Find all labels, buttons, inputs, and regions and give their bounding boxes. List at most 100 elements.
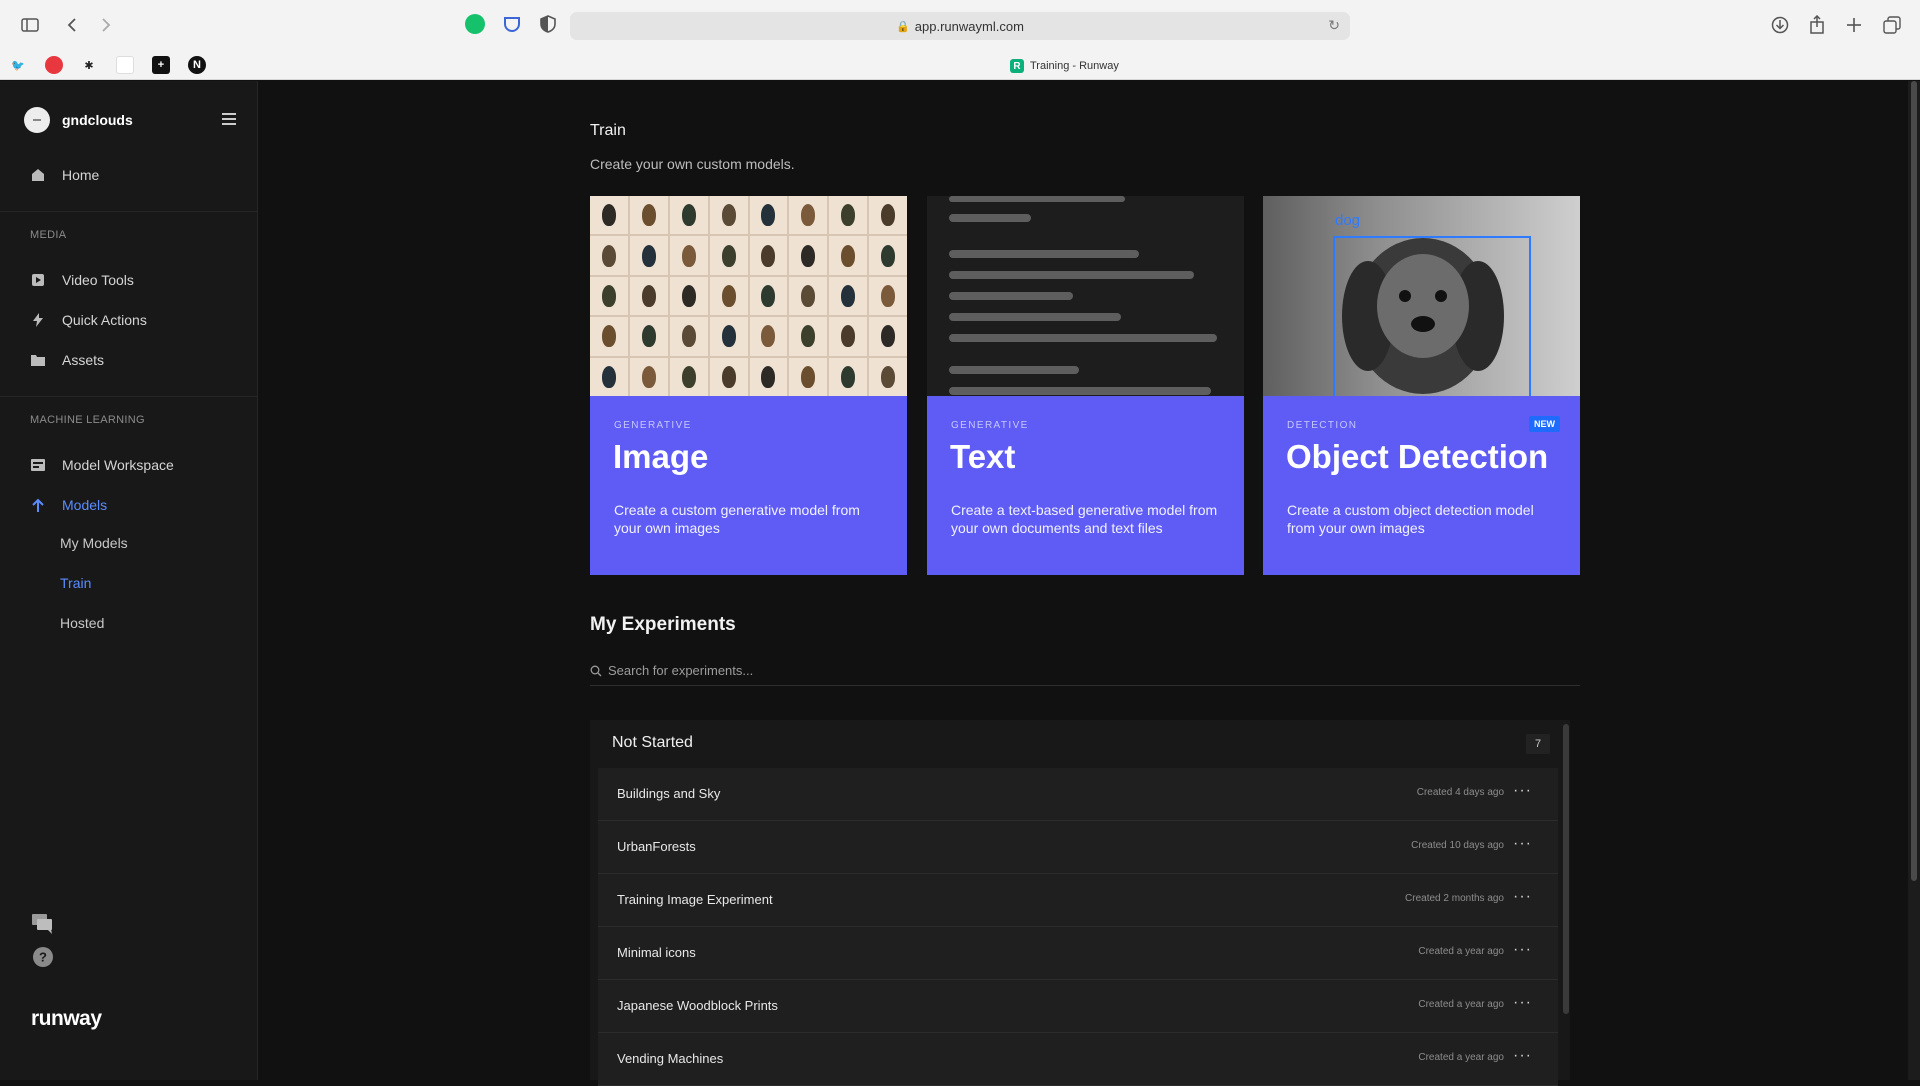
sidebar-subitem-hosted[interactable]: Hosted: [60, 615, 104, 635]
beetle-image: [761, 365, 776, 388]
table-row[interactable]: Minimal icons Created a year ago ···: [598, 927, 1558, 980]
more-options-icon[interactable]: ···: [1513, 941, 1532, 959]
list-scrollbar[interactable]: [1562, 720, 1570, 1014]
workspace-icon: [30, 457, 46, 473]
help-icon[interactable]: ?: [32, 946, 54, 968]
bookmark-plus-icon[interactable]: +: [152, 56, 170, 74]
sidebar-item-quick-actions[interactable]: Quick Actions: [30, 309, 147, 331]
more-options-icon[interactable]: ···: [1513, 782, 1532, 800]
experiments-list: Buildings and Sky Created 4 days ago ··· Ur…: [598, 768, 1558, 1086]
bookmark-blank-icon[interactable]: [116, 56, 134, 74]
sidebar-subitem-train[interactable]: Train: [60, 575, 91, 595]
experiment-created: Created a year ago: [1418, 999, 1504, 1010]
beetle-tile: [590, 236, 628, 275]
search-icon: [590, 665, 602, 676]
beetle-tile: [869, 357, 907, 396]
beetle-image: [601, 365, 616, 388]
beetle-tile: [709, 196, 748, 235]
beetle-image: [601, 204, 616, 227]
sidebar-item-models[interactable]: Models: [30, 494, 107, 516]
sidebar-item-model-workspace[interactable]: Model Workspace: [30, 454, 174, 476]
card-image[interactable]: GENERATIVE Image Create a custom generat…: [590, 196, 907, 575]
sidebar-item-label: Home: [62, 167, 100, 183]
experiment-name: Minimal icons: [617, 945, 696, 960]
notion-icon[interactable]: N: [188, 56, 206, 74]
beetle-tile: [749, 236, 788, 275]
more-options-icon[interactable]: ···: [1513, 835, 1532, 853]
sidebar-item-home[interactable]: Home: [30, 164, 99, 186]
group-count-badge: 7: [1526, 734, 1550, 754]
beetle-image: [681, 284, 696, 307]
card-title: Object Detection: [1286, 438, 1549, 475]
runway-logo[interactable]: runway: [31, 1007, 102, 1031]
home-icon: [30, 167, 46, 183]
reload-icon[interactable]: ↻: [1328, 17, 1340, 34]
back-icon[interactable]: [58, 11, 86, 39]
pocket-icon[interactable]: [502, 14, 522, 34]
beetle-tile: [829, 196, 868, 235]
avatar[interactable]: [24, 107, 50, 133]
sidebar-item-video-tools[interactable]: Video Tools: [30, 269, 134, 291]
more-options-icon[interactable]: ···: [1513, 888, 1532, 906]
beetle-image: [681, 244, 696, 267]
share-icon[interactable]: [1803, 11, 1831, 39]
more-options-icon[interactable]: ···: [1513, 994, 1532, 1012]
workspace-switcher[interactable]: gndclouds: [24, 105, 236, 135]
sidebar-item-assets[interactable]: Assets: [30, 349, 104, 371]
card-object-detection[interactable]: dog NEW DETECTION Object Detection Creat…: [1263, 196, 1580, 575]
experiment-created: Created 10 days ago: [1411, 840, 1504, 851]
beetle-image: [721, 204, 736, 227]
workspace-name: gndclouds: [62, 112, 133, 128]
chat-icon[interactable]: [32, 913, 54, 935]
beetle-image: [761, 325, 776, 348]
privacy-shield-icon[interactable]: [538, 14, 558, 34]
page-scrollbar[interactable]: [1908, 81, 1920, 1080]
active-tab[interactable]: R Training - Runway: [1010, 56, 1119, 76]
card-text[interactable]: GENERATIVE Text Create a text-based gene…: [927, 196, 1244, 575]
table-row[interactable]: Training Image Experiment Created 2 month…: [598, 874, 1558, 927]
table-row[interactable]: UrbanForests Created 10 days ago ···: [598, 821, 1558, 874]
tab-overview-icon[interactable]: [1878, 11, 1906, 39]
beetle-tile: [629, 236, 668, 275]
beetle-tile: [869, 196, 907, 235]
more-options-icon[interactable]: ···: [1513, 1047, 1532, 1065]
beetle-image: [881, 284, 896, 307]
card-title: Image: [613, 438, 709, 475]
beetle-image: [761, 204, 776, 227]
detection-bounding-box: [1333, 236, 1531, 396]
search-input[interactable]: [608, 663, 1508, 678]
beetle-tile: [709, 236, 748, 275]
experiment-created: Created 4 days ago: [1416, 787, 1504, 798]
forward-icon[interactable]: [92, 11, 120, 39]
beetle-tile: [789, 317, 828, 356]
bookmark-asterisk-icon[interactable]: ✱: [80, 56, 98, 74]
table-row[interactable]: Vending Machines Created a year ago ···: [598, 1033, 1558, 1086]
beetle-image: [641, 204, 656, 227]
detection-label: dog: [1335, 212, 1361, 229]
beetle-tile: [709, 357, 748, 396]
sidebar-toggle-icon[interactable]: [16, 11, 44, 39]
experiment-created: Created 2 months ago: [1405, 893, 1504, 904]
beetle-image: [841, 365, 856, 388]
card-thumbnail: [927, 196, 1244, 396]
downloads-icon[interactable]: [1766, 11, 1794, 39]
beetle-image: [881, 244, 896, 267]
menu-icon[interactable]: [222, 113, 236, 125]
experiment-name: Training Image Experiment: [617, 892, 773, 907]
beetle-tile: [669, 276, 708, 316]
beetle-tile: [669, 196, 708, 235]
bookmark-red-icon[interactable]: [45, 56, 63, 74]
tab-title: Training - Runway: [1030, 60, 1119, 72]
sidebar-subitem-my-models[interactable]: My Models: [60, 535, 128, 555]
twitter-icon[interactable]: 🐦: [9, 56, 27, 74]
sidebar-item-label: Assets: [62, 352, 105, 368]
card-description: Create a text-based generative model fro…: [951, 502, 1218, 536]
grammarly-icon[interactable]: [465, 14, 485, 34]
address-bar[interactable]: 🔒 app.runwayml.com ↻: [570, 12, 1350, 40]
table-row[interactable]: Japanese Woodblock Prints Created a year …: [598, 980, 1558, 1033]
beetle-image: [881, 325, 896, 348]
experiments-group-not-started: Not Started 7 Buildings and Sky Created 4…: [590, 720, 1570, 1086]
table-row[interactable]: Buildings and Sky Created 4 days ago ···: [598, 768, 1558, 821]
beetle-image: [641, 244, 656, 267]
new-tab-icon[interactable]: [1840, 11, 1868, 39]
